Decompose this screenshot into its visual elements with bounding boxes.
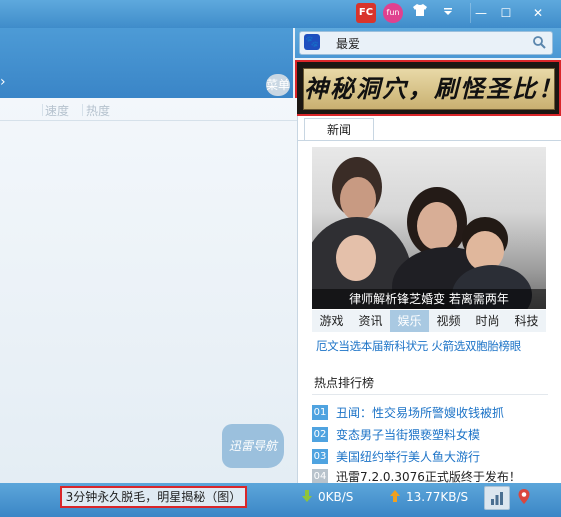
hot-item-text[interactable]: 美国纽约举行美人鱼大游行 [336,450,480,464]
hot-list-item[interactable]: 01 丑闻：性交易场所警嫂收钱被抓 [312,404,504,422]
column-speed[interactable]: 速度 [45,102,69,119]
upload-arrow-icon [390,490,400,502]
column-divider[interactable] [82,104,83,116]
search-box: 🐾 [299,31,553,55]
maximize-button[interactable]: ☐ [496,3,516,23]
rank-badge: 04 [312,469,328,484]
hot-item-text[interactable]: 迅雷7.2.0.3076正式版终于发布！ [336,470,521,484]
category-tabs: 游戏 资讯 娱乐 视频 时尚 科技 [312,310,546,332]
minimize-button[interactable]: — [470,3,491,23]
menu-button[interactable]: 菜单 [266,74,290,96]
chevron-down-icon[interactable] [438,3,458,23]
tab-entertainment[interactable]: 娱乐 [390,310,429,332]
download-arrow-icon [302,490,312,502]
hot-item-text[interactable]: 变态男子当街猥亵塑料女模 [336,428,480,442]
title-bar: FC fun — ☐ ✕ [0,0,561,28]
search-icon[interactable] [532,35,546,49]
column-heat[interactable]: 热度 [86,102,110,119]
scroll-left-icon[interactable]: › [0,74,6,90]
tab-tech[interactable]: 科技 [507,310,546,332]
paw-icon[interactable]: 🐾 [304,34,320,50]
download-speed: 0KB/S [318,490,354,504]
column-header: 速度 热度 [0,100,297,121]
hot-list-item[interactable]: 02 变态男子当街猥亵塑料女模 [312,426,480,444]
tab-fashion[interactable]: 时尚 [468,310,507,332]
hot-list-item[interactable]: 03 美国纽约举行美人鱼大游行 [312,448,480,466]
tab-games[interactable]: 游戏 [312,310,351,332]
photo-caption[interactable]: 律师解析锋芝婚变 若离需两年 [312,289,546,309]
upload-speed: 13.77KB/S [406,490,469,504]
banner-ad-text: 神秘洞穴，刷怪圣比！ [303,68,555,110]
banner-ad[interactable]: 神秘洞穴，刷怪圣比！ [295,60,561,116]
headline-link[interactable]: 厄文当选本届新科状元 火箭选双胞胎榜眼 [316,338,556,354]
toolbar-area [0,28,293,98]
status-bar: 3分钟永久脱毛，明星揭秘（图） 0KB/S 13.77KB/S [0,483,561,517]
fun-app-icon[interactable]: fun [383,3,403,23]
tab-divider [298,140,561,141]
promo-link[interactable]: 3分钟永久脱毛，明星揭秘（图） [60,486,247,508]
shirt-icon[interactable] [410,3,430,23]
search-bar: 🐾 [295,28,561,58]
column-divider[interactable] [42,104,43,116]
close-button[interactable]: ✕ [528,3,548,23]
bar-chart-icon[interactable] [484,486,510,510]
hot-list-title: 热点排行榜 [314,376,375,390]
xunlei-nav-button[interactable]: 迅雷导航 [222,424,284,468]
news-panel: 新闻 律师解析锋芝婚变 若离需两年 游戏 资讯 娱乐 视频 时尚 科技 厄文当选… [297,116,561,484]
hot-item-text[interactable]: 丑闻：性交易场所警嫂收钱被抓 [336,406,504,420]
tab-video[interactable]: 视频 [429,310,468,332]
hot-list-divider [312,394,548,395]
rank-badge: 03 [312,449,328,464]
rank-badge: 01 [312,405,328,420]
news-photo[interactable] [312,147,546,309]
tab-info[interactable]: 资讯 [351,310,390,332]
location-pin-icon[interactable] [513,486,535,508]
rank-badge: 02 [312,427,328,442]
tab-news[interactable]: 新闻 [304,118,374,140]
fc-app-icon[interactable]: FC [356,3,376,23]
search-input[interactable] [336,32,526,54]
